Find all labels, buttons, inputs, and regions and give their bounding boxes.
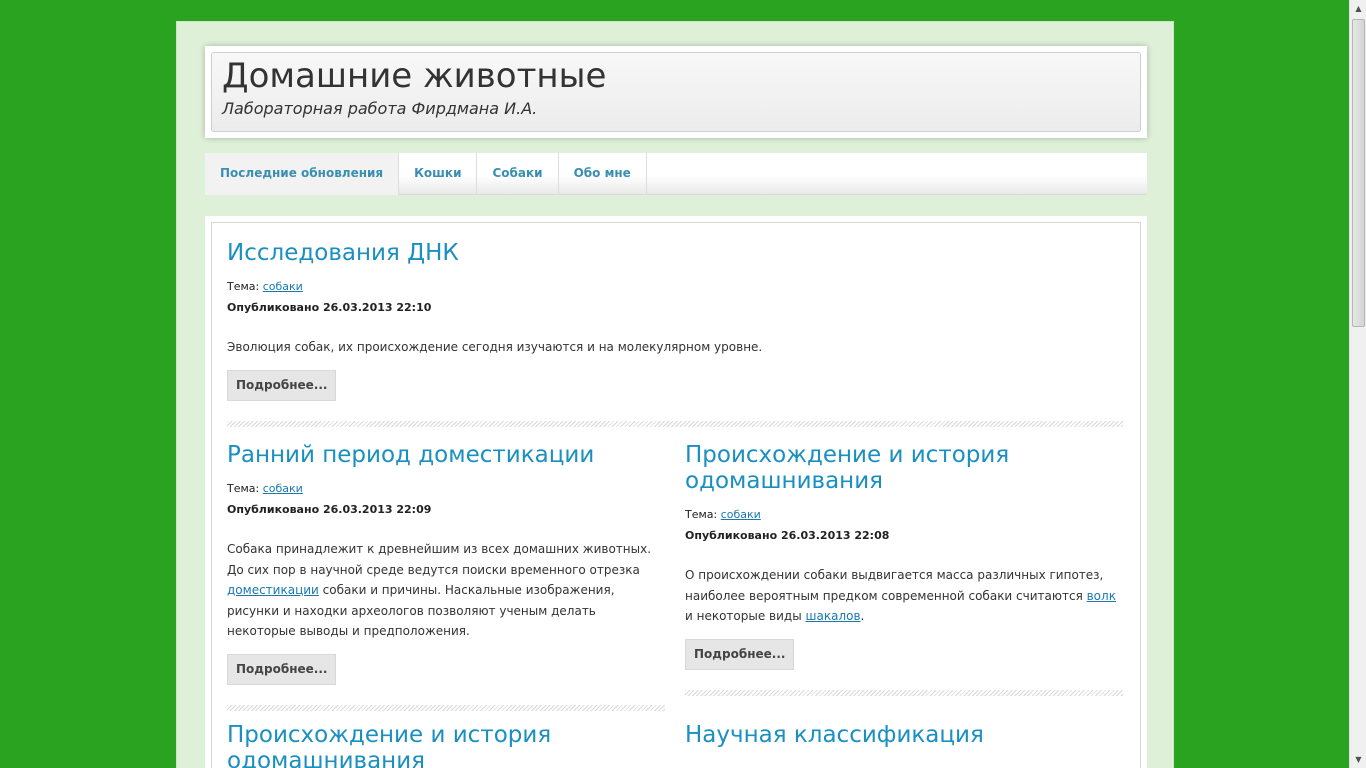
post-topic: Тема: собаки [685,508,1123,522]
read-more-button[interactable]: Подробнее... [227,653,337,685]
post-title[interactable]: Ранний период доместикации [227,442,665,468]
topic-label: Тема: [227,482,260,495]
excerpt-link-wolf[interactable]: волк [1087,589,1116,603]
excerpt-link-jackals[interactable]: шакалов [806,609,861,623]
post-title[interactable]: Исследования ДНК [227,240,1123,266]
post-topic: Тема: собаки [227,280,1123,294]
post-excerpt: О происхождении собаки выдвигается масса… [685,565,1123,627]
header-inner: Домашние животные Лабораторная работа Фи… [211,52,1141,132]
site-title[interactable]: Домашние животные [222,55,1130,97]
site-description: Лабораторная работа Фирдмана И.А. [222,99,538,118]
main-nav: Последние обновления Кошки Собаки Обо мн… [205,153,1147,195]
post-published: Опубликовано 26.03.2013 22:10 [227,301,432,314]
topic-label: Тема: [227,280,260,293]
post-origin-history-2: Происхождение и история одомашнивания [227,722,665,768]
nav-item-about[interactable]: Обо мне [559,153,647,195]
topic-label: Тема: [685,508,718,521]
topic-link[interactable]: собаки [721,508,761,521]
nav-item-cats[interactable]: Кошки [399,153,478,195]
content-area: Исследования ДНК Тема: собаки Опубликова… [211,222,1141,768]
post-title[interactable]: Научная классификация [685,722,1123,748]
scroll-down-icon[interactable]: ▼ [1350,751,1366,768]
nav-item-dogs[interactable]: Собаки [477,153,559,195]
post-divider [685,689,1123,696]
post-excerpt: Собака принадлежит к древнейшим из всех … [227,539,665,642]
post-early-domestication: Ранний период доместикации Тема: собаки … [227,442,665,711]
read-more-button[interactable]: Подробнее... [227,369,337,401]
vertical-scrollbar[interactable]: ▲ ▼ [1349,0,1366,768]
post-topic: Тема: собаки [227,482,665,496]
post-divider [227,420,1123,427]
scroll-thumb[interactable] [1352,19,1365,327]
content-wrapper: Исследования ДНК Тема: собаки Опубликова… [205,216,1147,768]
nav-item-latest[interactable]: Последние обновления [205,153,400,195]
excerpt-text: Собака принадлежит к древнейшим из всех … [227,542,652,577]
post-divider [227,704,665,711]
excerpt-text: и некоторые виды [685,609,806,623]
post-dna: Исследования ДНК Тема: собаки Опубликова… [227,240,1123,427]
topic-link[interactable]: собаки [263,280,303,293]
post-published: Опубликовано 26.03.2013 22:09 [227,503,432,516]
post-title[interactable]: Происхождение и история одомашнивания [685,442,1123,494]
read-more-button[interactable]: Подробнее... [685,638,795,670]
site-header: Домашние животные Лабораторная работа Фи… [205,46,1147,138]
post-excerpt: Эволюция собак, их происхождение сегодня… [227,340,763,354]
scroll-up-icon[interactable]: ▲ [1350,0,1366,17]
topic-link[interactable]: собаки [263,482,303,495]
post-title[interactable]: Происхождение и история одомашнивания [227,722,665,768]
post-origin-history: Происхождение и история одомашнивания Те… [685,442,1123,696]
post-scientific-classification: Научная классификация [685,722,1123,748]
excerpt-link-domestication[interactable]: доместикации [227,583,319,597]
post-published: Опубликовано 26.03.2013 22:08 [685,529,890,542]
excerpt-text: . [860,609,865,623]
page-container: Домашние животные Лабораторная работа Фи… [176,21,1174,768]
excerpt-text: О происхождении собаки выдвигается масса… [685,568,1104,603]
